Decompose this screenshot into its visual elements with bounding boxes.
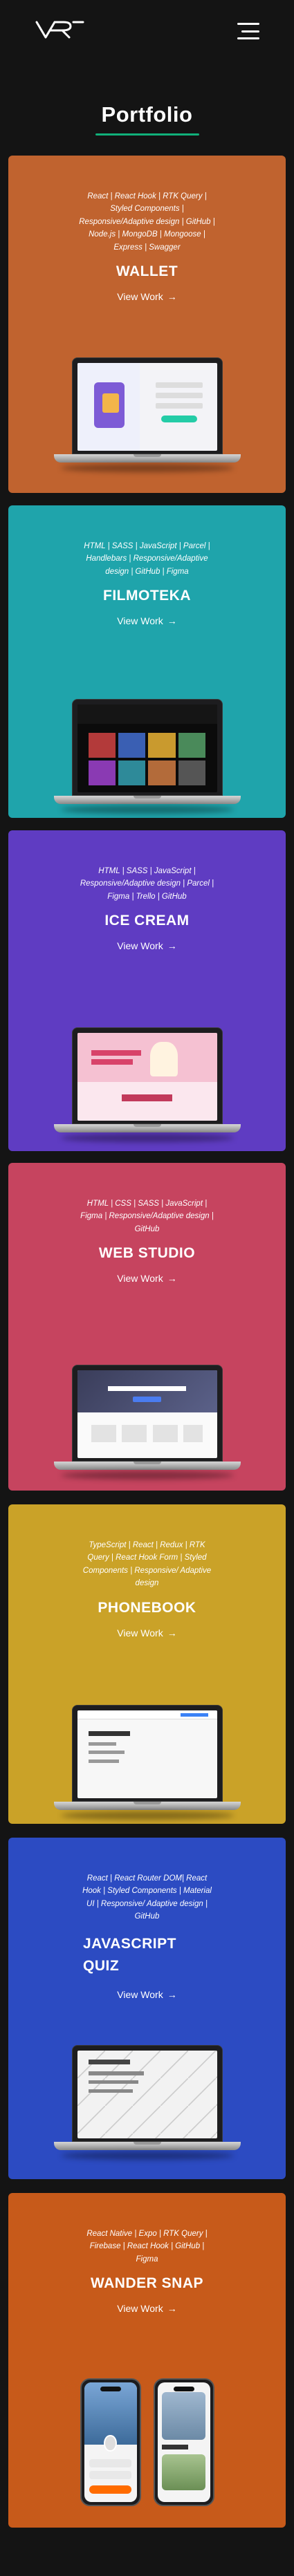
project-card[interactable]: React | React Hook | RTK Query | Styled … <box>8 156 286 493</box>
project-info: HTML | SASS | JavaScript | Responsive/Ad… <box>8 830 286 953</box>
project-screenshot <box>77 363 217 451</box>
project-card[interactable]: React | React Router DOM| React Hook | S… <box>8 1838 286 2179</box>
tech-stack: TypeScript | React | Redux | RTK Query |… <box>82 1541 212 1588</box>
project-screenshot <box>77 704 217 792</box>
arrow-right-icon: → <box>167 1273 177 1285</box>
laptop-screen <box>71 1705 223 1802</box>
tech-stack: HTML | CSS | SASS | JavaScript | Figma |… <box>80 1200 214 1233</box>
laptop-screen <box>71 1027 223 1124</box>
phone-mockups <box>78 2378 217 2506</box>
project-info: React | React Router DOM| React Hook | S… <box>8 1838 286 2001</box>
project-info: TypeScript | React | Redux | RTK Query |… <box>8 1504 286 1640</box>
tech-stack: React | React Router DOM| React Hook | S… <box>82 1874 212 1921</box>
tech-stack: React | React Hook | RTK Query | Styled … <box>79 192 215 252</box>
page-title: Portfolio <box>101 102 193 127</box>
laptop-screen <box>71 357 223 454</box>
view-work-label: View Work <box>117 1627 163 1639</box>
view-work-label: View Work <box>117 290 163 302</box>
laptop-mockup <box>50 357 244 472</box>
laptop-mockup <box>50 1705 244 1820</box>
hamburger-menu-icon[interactable] <box>237 23 259 39</box>
project-screenshot <box>77 1370 217 1458</box>
laptop-mockup <box>50 1365 244 1480</box>
view-work-label: View Work <box>117 1273 163 1285</box>
arrow-right-icon: → <box>167 940 177 952</box>
project-card[interactable]: HTML | CSS | SASS | JavaScript | Figma |… <box>8 1163 286 1491</box>
arrow-right-icon: → <box>167 1627 177 1639</box>
laptop-mockup <box>50 1027 244 1142</box>
arrow-right-icon: → <box>167 2303 177 2315</box>
project-title: FILMOTEKA <box>103 588 191 604</box>
view-work-link[interactable]: View Work → <box>117 940 176 951</box>
page-bottom-spacer <box>0 2528 294 2576</box>
project-title: JAVASCRIPT QUIZ <box>83 1935 176 1975</box>
project-card[interactable]: HTML | SASS | JavaScript | Parcel | Hand… <box>8 505 286 818</box>
project-info: HTML | SASS | JavaScript | Parcel | Hand… <box>8 505 286 628</box>
project-title: ICE CREAM <box>104 913 190 929</box>
arrow-right-icon: → <box>167 290 177 302</box>
tech-stack: React Native | Expo | RTK Query | Fireba… <box>86 2230 208 2264</box>
laptop-screen <box>71 1365 223 1462</box>
title-underline <box>95 133 199 136</box>
project-card[interactable]: HTML | SASS | JavaScript | Responsive/Ad… <box>8 830 286 1151</box>
tech-stack: HTML | SASS | JavaScript | Parcel | Hand… <box>84 542 210 576</box>
site-header <box>0 0 294 62</box>
view-work-link[interactable]: View Work → <box>117 1627 176 1639</box>
laptop-base <box>53 454 241 463</box>
view-work-label: View Work <box>117 615 163 627</box>
view-work-label: View Work <box>117 2303 163 2315</box>
project-info: HTML | CSS | SASS | JavaScript | Figma |… <box>8 1163 286 1285</box>
project-screenshot <box>77 1710 217 1798</box>
project-list: React | React Hook | RTK Query | Styled … <box>0 156 294 2576</box>
project-title: PHONEBOOK <box>98 1599 196 1616</box>
phone-mockup <box>80 2378 141 2506</box>
phone-mockup <box>153 2378 214 2506</box>
laptop-base <box>53 2142 241 2150</box>
view-work-link[interactable]: View Work → <box>117 2303 176 2314</box>
project-title: WANDER SNAP <box>90 2275 203 2292</box>
view-work-link[interactable]: View Work → <box>117 1273 176 1284</box>
portfolio-heading-section: Portfolio <box>0 62 294 156</box>
laptop-mockup <box>50 2045 244 2160</box>
arrow-right-icon: → <box>167 615 177 627</box>
laptop-base <box>53 1802 241 1810</box>
laptop-screen <box>71 699 223 796</box>
arrow-right-icon: → <box>167 1988 177 2000</box>
view-work-label: View Work <box>117 1988 163 2000</box>
project-card[interactable]: TypeScript | React | Redux | RTK Query |… <box>8 1504 286 1824</box>
view-work-label: View Work <box>117 940 163 952</box>
laptop-base <box>53 1124 241 1132</box>
laptop-mockup <box>50 699 244 814</box>
view-work-link[interactable]: View Work → <box>117 291 176 302</box>
project-screenshot <box>77 1033 217 1121</box>
project-screenshot <box>77 2051 217 2138</box>
view-work-link[interactable]: View Work → <box>117 615 176 626</box>
laptop-screen <box>71 2045 223 2142</box>
project-info: React Native | Expo | RTK Query | Fireba… <box>8 2193 286 2315</box>
project-title: WALLET <box>116 263 178 279</box>
view-work-link[interactable]: View Work → <box>117 1989 176 2000</box>
project-title: WEB STUDIO <box>98 1245 196 1262</box>
vr-logo-icon[interactable] <box>35 19 86 44</box>
laptop-base <box>53 796 241 804</box>
project-card[interactable]: React Native | Expo | RTK Query | Fireba… <box>8 2193 286 2528</box>
tech-stack: HTML | SASS | JavaScript | Responsive/Ad… <box>80 867 214 901</box>
laptop-base <box>53 1462 241 1470</box>
project-info: React | React Hook | RTK Query | Styled … <box>8 156 286 304</box>
